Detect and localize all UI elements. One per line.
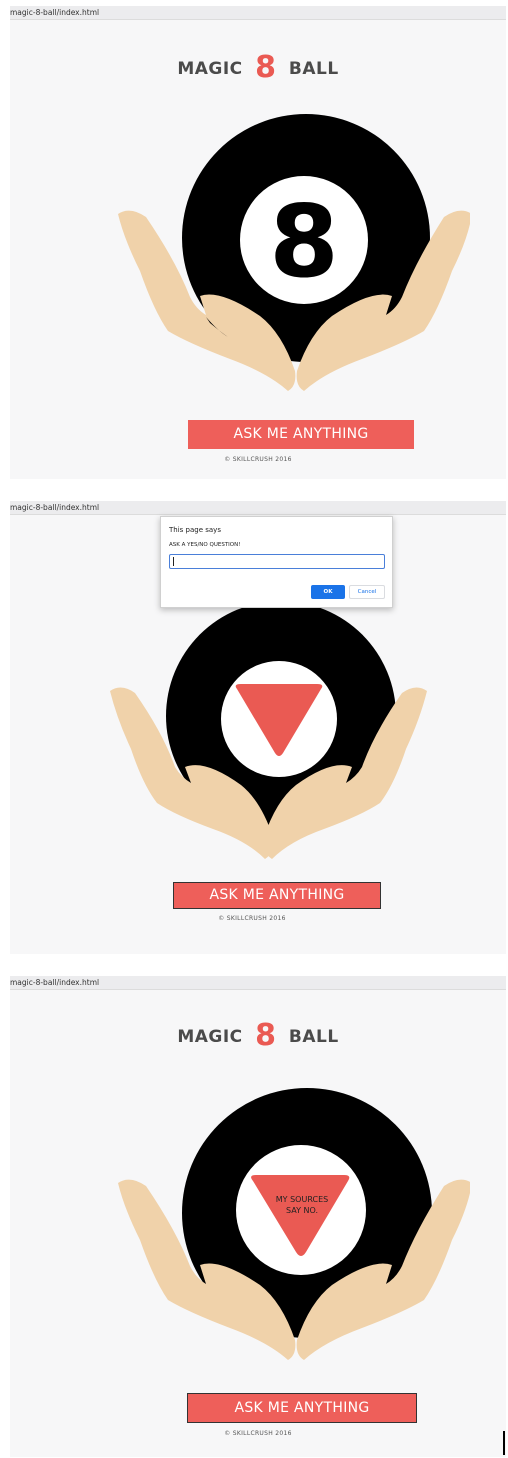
page-title: MAGIC 8 BALL	[10, 50, 506, 85]
cancel-button[interactable]: Cancel	[349, 585, 385, 599]
title-magic: MAGIC	[177, 59, 243, 79]
title-eight: 8	[255, 1018, 277, 1053]
answer-line-2: SAY NO.	[285, 1206, 318, 1215]
dialog-title: This page says	[169, 526, 221, 534]
screen-answer: magic-8-ball/index.html MAGIC 8 BALL MY …	[10, 976, 506, 1457]
text-caret	[173, 557, 174, 566]
title-ball: BALL	[288, 59, 339, 79]
ask-me-anything-button[interactable]: ASK ME ANYTHING	[173, 882, 381, 909]
answer-line-1: MY SOURCES	[275, 1195, 329, 1204]
dialog-message: ASK A YES/NO QUESTION!	[169, 542, 241, 548]
prompt-dialog: This page says ASK A YES/NO QUESTION! OK…	[160, 516, 393, 608]
title-magic: MAGIC	[177, 1027, 243, 1047]
answer-text: MY SOURCES SAY NO.	[262, 1194, 342, 1216]
address-bar[interactable]: magic-8-ball/index.html	[10, 976, 506, 990]
page-title: MAGIC 8 BALL	[10, 1018, 506, 1053]
address-bar[interactable]: magic-8-ball/index.html	[10, 501, 506, 515]
question-input[interactable]	[169, 554, 385, 569]
title-eight: 8	[255, 50, 277, 85]
title-ball: BALL	[288, 1027, 339, 1047]
screen-prompt-dialog: magic-8-ball/index.html This page says A…	[10, 501, 506, 954]
ok-button[interactable]: OK	[311, 585, 345, 599]
magic-8-ball-illustration	[110, 601, 427, 859]
magic-8-ball-illustration: 8	[118, 114, 470, 391]
copyright-footer: © SKILLCRUSH 2016	[224, 1430, 292, 1437]
copyright-footer: © SKILLCRUSH 2016	[224, 456, 292, 463]
ask-me-anything-button[interactable]: ASK ME ANYTHING	[188, 420, 414, 449]
text-cursor-indicator	[503, 1431, 505, 1455]
ball-number: 8	[269, 183, 339, 300]
screen-initial: magic-8-ball/index.html MAGIC 8 BALL 8 A…	[10, 6, 506, 479]
address-bar[interactable]: magic-8-ball/index.html	[10, 6, 506, 20]
copyright-footer: © SKILLCRUSH 2016	[218, 915, 286, 922]
magic-8-ball-illustration	[118, 1088, 470, 1360]
ask-me-anything-button[interactable]: ASK ME ANYTHING	[187, 1393, 417, 1423]
